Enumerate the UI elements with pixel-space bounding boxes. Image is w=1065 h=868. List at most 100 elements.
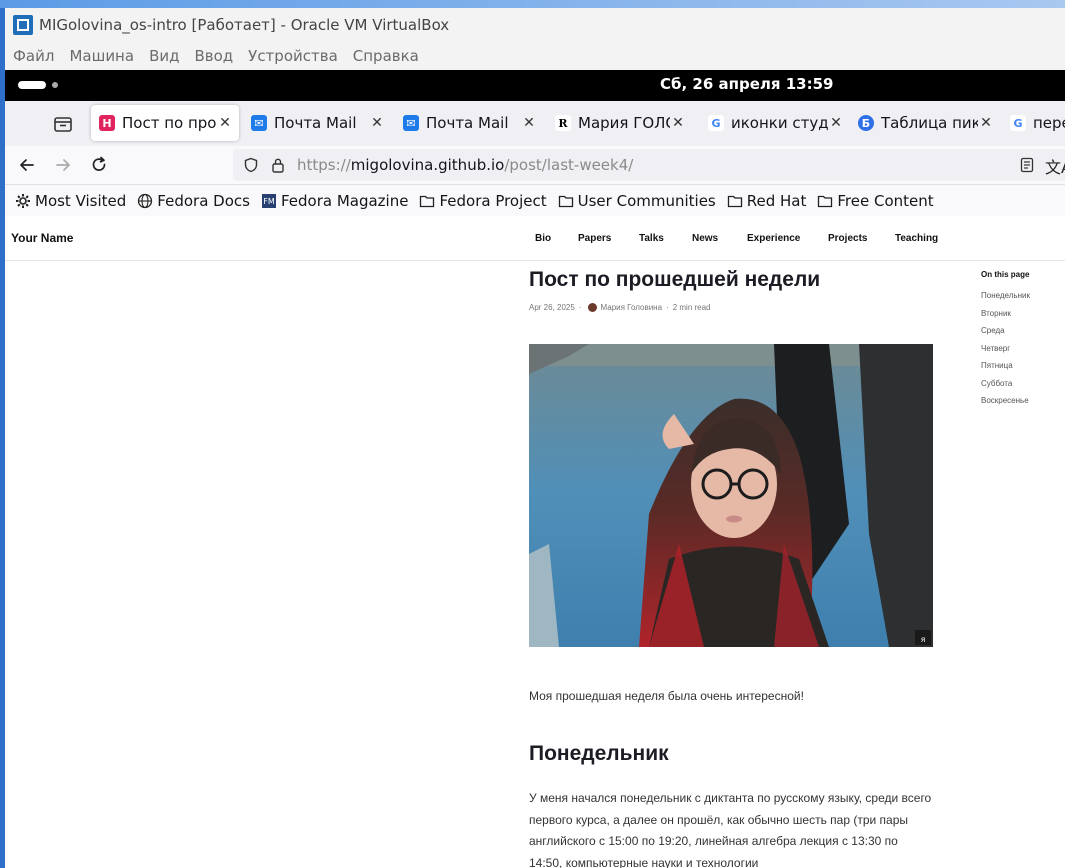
translate-icon[interactable]: 文A [1045, 154, 1065, 178]
folder-icon [558, 195, 573, 208]
tab-mail-2[interactable]: ✉ Почта Mail ✕ [395, 105, 543, 141]
web-page: Your Name Bio Papers Talks News Experien… [5, 216, 1065, 868]
toc-link-saturday[interactable]: Суббота [981, 379, 1030, 397]
tab-google-icons[interactable]: G иконки студента ✕ [700, 105, 850, 141]
shield-icon[interactable] [243, 157, 259, 173]
url-path: /post/last-week4/ [504, 156, 634, 174]
tab-title: Почта Mail [426, 114, 509, 132]
tab-mail-1[interactable]: ✉ Почта Mail ✕ [243, 105, 391, 141]
post-read-time: 2 min read [672, 303, 711, 312]
virtualbox-window: MIGolovina_os-intro [Работает] - Oracle … [5, 8, 1065, 868]
bookmark-label: Most Visited [35, 192, 127, 210]
menu-machine[interactable]: Машина [69, 47, 134, 65]
researchgate-icon: R [555, 115, 571, 131]
close-icon[interactable]: ✕ [978, 115, 994, 131]
close-icon[interactable]: ✕ [217, 115, 233, 131]
post-author[interactable]: Мария Головина [600, 303, 662, 312]
tab-title: Таблица пиктограмм [881, 114, 978, 132]
nav-link-projects[interactable]: Projects [828, 233, 867, 244]
portrait-image: я [529, 344, 933, 647]
google-icon: G [708, 115, 724, 131]
nav-link-experience[interactable]: Experience [747, 233, 800, 244]
menu-help[interactable]: Справка [353, 47, 419, 65]
nav-link-bio[interactable]: Bio [535, 233, 551, 244]
nav-link-news[interactable]: News [692, 233, 718, 244]
bookmark-label: User Communities [577, 192, 716, 210]
toc-heading: On this page [981, 270, 1030, 279]
forward-arrow-icon[interactable] [53, 155, 73, 175]
bookmark-most-visited[interactable]: Most Visited [15, 192, 126, 210]
bookmark-free-content[interactable]: Free Content [817, 192, 934, 210]
meta-separator: · [578, 303, 582, 312]
b-icon: Б [858, 115, 874, 131]
nav-link-teaching[interactable]: Teaching [895, 233, 938, 244]
tab-title: Пост по прошедшей неделе [122, 114, 217, 132]
toc-link-tuesday[interactable]: Вторник [981, 309, 1030, 327]
folder-icon [727, 195, 742, 208]
vbox-menubar: Файл Машина Вид Ввод Устройства Справка [5, 42, 1065, 70]
back-arrow-icon[interactable] [17, 155, 37, 175]
meta-separator: · [666, 303, 669, 312]
bookmark-label: Red Hat [746, 192, 807, 210]
tab-post[interactable]: H Пост по прошедшей неделе ✕ [91, 105, 239, 141]
browser-tab-bar: H Пост по прошедшей неделе ✕ ✉ Почта Mai… [5, 101, 1065, 146]
toc-link-monday[interactable]: Понедельник [981, 291, 1030, 309]
menu-devices[interactable]: Устройства [248, 47, 338, 65]
close-icon[interactable]: ✕ [670, 115, 686, 131]
toc-link-sunday[interactable]: Воскресенье [981, 396, 1030, 414]
close-icon[interactable]: ✕ [521, 115, 537, 131]
lock-icon[interactable] [271, 157, 285, 173]
desktop-background [0, 0, 1065, 8]
bookmark-label: Free Content [837, 192, 934, 210]
gnome-top-bar: Сб, 26 апреля 13:59 [5, 70, 1065, 101]
menu-view[interactable]: Вид [149, 47, 179, 65]
guest-screen: Сб, 26 апреля 13:59 H Пост по прошедшей … [5, 70, 1065, 868]
post-intro: Моя прошедшая неделя была очень интересн… [529, 689, 804, 703]
google-icon: G [1010, 115, 1026, 131]
close-icon[interactable]: ✕ [828, 115, 844, 131]
close-icon[interactable]: ✕ [369, 115, 385, 131]
nav-link-talks[interactable]: Talks [639, 233, 664, 244]
toc-link-wednesday[interactable]: Среда [981, 326, 1030, 344]
bookmark-fedora-magazine[interactable]: FM Fedora Magazine [261, 192, 409, 210]
globe-icon [138, 193, 153, 209]
site-navbar: Your Name Bio Papers Talks News Experien… [5, 216, 1065, 261]
tab-pictogram-table[interactable]: Б Таблица пиктограмм ✕ [850, 105, 1000, 141]
tab-title: Мария ГОЛОВИНА [578, 114, 670, 132]
bookmark-red-hat[interactable]: Red Hat [727, 192, 807, 210]
reload-icon[interactable] [89, 155, 109, 175]
tab-title: перевод [1033, 114, 1065, 132]
url-text[interactable]: https://migolovina.github.io/post/last-w… [297, 156, 633, 174]
workspace-indicator-active [18, 81, 46, 89]
folder-icon [420, 195, 435, 208]
tab-title: иконки студента [731, 114, 828, 132]
toc-link-friday[interactable]: Пятница [981, 361, 1030, 379]
url-scheme: https:// [297, 156, 351, 174]
url-bar[interactable]: https://migolovina.github.io/post/last-w… [233, 149, 1065, 181]
bookmark-label: Fedora Magazine [280, 192, 409, 210]
menu-input[interactable]: Ввод [194, 47, 233, 65]
mail-icon: ✉ [403, 115, 419, 131]
tab-researchgate[interactable]: R Мария ГОЛОВИНА ✕ [547, 105, 692, 141]
firefox-view-icon[interactable] [52, 113, 74, 135]
bookmark-label: Fedora Docs [157, 192, 250, 210]
photo-caption: я [921, 635, 926, 644]
bookmark-fedora-project[interactable]: Fedora Project [419, 192, 547, 210]
nav-link-papers[interactable]: Papers [578, 233, 611, 244]
mail-icon: ✉ [251, 115, 267, 131]
toc-link-thursday[interactable]: Четверг [981, 344, 1030, 362]
svg-text:FM: FM [263, 197, 275, 206]
gear-icon [16, 194, 30, 208]
navigation-toolbar: https://migolovina.github.io/post/last-w… [5, 146, 1065, 185]
site-brand[interactable]: Your Name [11, 231, 73, 245]
menu-file[interactable]: Файл [13, 47, 54, 65]
section-heading-monday: Понедельник [529, 742, 669, 765]
virtualbox-icon [13, 15, 33, 35]
reader-view-icon[interactable] [1019, 157, 1035, 173]
bookmark-user-communities[interactable]: User Communities [558, 192, 716, 210]
bookmark-fedora-docs[interactable]: Fedora Docs [137, 192, 250, 210]
clock[interactable]: Сб, 26 апреля 13:59 [660, 75, 833, 93]
activities-button[interactable] [18, 81, 58, 89]
tab-google-translate[interactable]: G перевод [1002, 105, 1065, 141]
post-date: Apr 26, 2025 [529, 303, 575, 312]
